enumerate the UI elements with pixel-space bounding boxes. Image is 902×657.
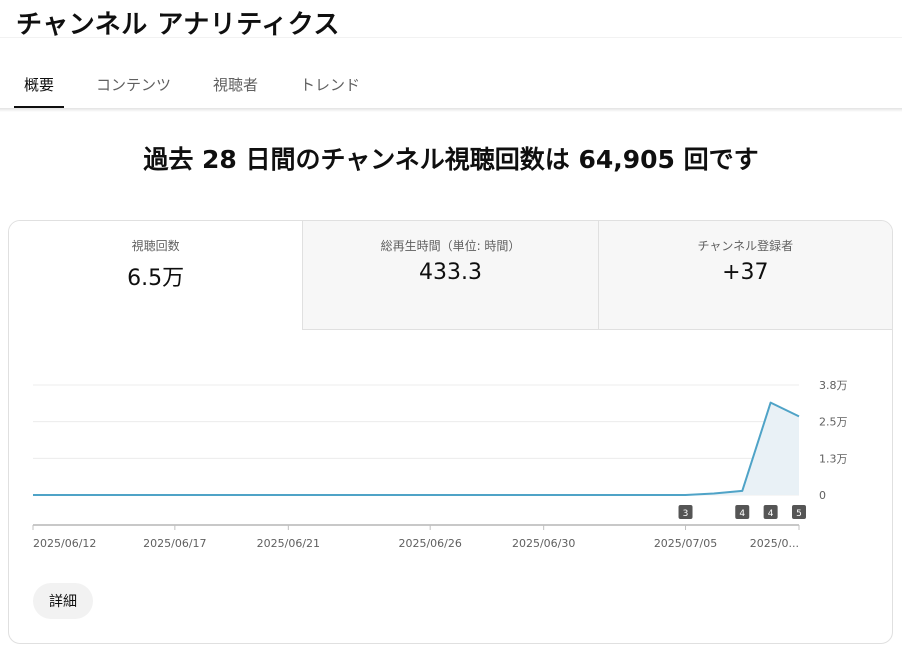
analytics-page: チャンネル アナリティクス 概要 コンテンツ 視聴者 トレンド 過去 28 日間…: [0, 0, 902, 657]
x-tick-label: 2025/06/26: [398, 537, 461, 550]
metric-subscribers-label: チャンネル登録者: [697, 239, 794, 253]
metric-watch-time-label: 総再生時間（単位: 時間）: [380, 239, 521, 253]
metric-views[interactable]: 視聴回数 6.5万: [9, 221, 304, 330]
x-tick-label: 2025/06/30: [512, 537, 575, 550]
upload-marker-label: 5: [796, 509, 802, 519]
header-divider: [0, 37, 902, 38]
x-tick-label: 2025/07/05: [654, 537, 717, 550]
tab-trends[interactable]: トレンド: [290, 60, 370, 108]
tab-content[interactable]: コンテンツ: [86, 60, 181, 108]
y-tick-label: 3.8万: [819, 379, 848, 392]
y-tick-label: 2.5万: [819, 416, 848, 429]
details-button[interactable]: 詳細: [33, 583, 93, 619]
metric-views-value: 6.5万: [127, 266, 185, 291]
tab-bar: 概要 コンテンツ 視聴者 トレンド: [14, 60, 392, 108]
metric-watch-time[interactable]: 総再生時間（単位: 時間） 433.3: [303, 221, 598, 330]
y-tick-label: 1.3万: [819, 452, 848, 465]
views-headline: 過去 28 日間のチャンネル視聴回数は 64,905 回です: [143, 145, 759, 174]
x-tick-label: 2025/06/17: [143, 537, 206, 550]
tab-audience[interactable]: 視聴者: [203, 60, 268, 108]
tab-bar-shadow: [0, 108, 902, 112]
series-area: [33, 402, 799, 495]
tab-overview[interactable]: 概要: [14, 60, 65, 108]
upload-marker-label: 4: [768, 509, 774, 519]
upload-marker-label: 3: [683, 509, 689, 519]
views-chart: 3.8万 2.5万 1.3万 0 2025/06/12 2025/06/17 2025/06…: [32, 379, 848, 550]
x-tick-label: 2025/06/21: [257, 537, 320, 550]
analytics-card: 視聴回数 6.5万 総再生時間（単位: 時間） 433.3 チャンネル登録者 +…: [8, 220, 893, 644]
metric-subscribers[interactable]: チャンネル登録者 +37: [597, 221, 892, 330]
metric-tabs: 視聴回数 6.5万 総再生時間（単位: 時間） 433.3 チャンネル登録者 +…: [9, 221, 892, 330]
page-title: チャンネル アナリティクス: [16, 10, 340, 40]
x-tick-label: 2025/06/12: [33, 537, 96, 550]
metric-watch-time-value: 433.3: [419, 260, 482, 285]
metric-views-label: 視聴回数: [131, 239, 180, 253]
series-line: [33, 401, 800, 496]
upload-marker-label: 4: [739, 509, 745, 519]
metric-subscribers-value: +37: [722, 260, 769, 285]
y-tick-label: 0: [819, 489, 826, 502]
x-tick-label: 2025/0...: [750, 537, 799, 550]
